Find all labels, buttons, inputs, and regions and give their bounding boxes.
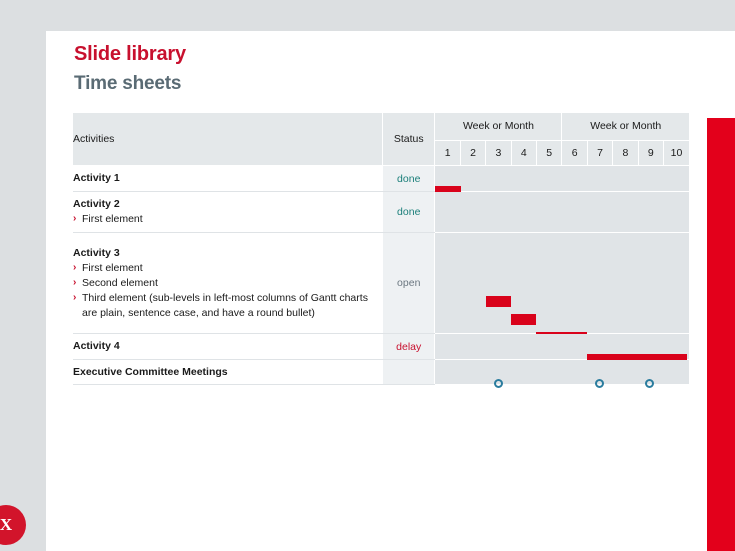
milestone-marker-icon[interactable] xyxy=(594,379,604,388)
column-header-week-2: 2 xyxy=(459,140,486,167)
milestone-marker-icon[interactable] xyxy=(493,379,503,388)
column-header-week-9: 9 xyxy=(637,140,664,167)
column-header-week-5: 5 xyxy=(535,140,562,167)
status-cell-2: done xyxy=(382,191,435,233)
logo-badge[interactable]: X xyxy=(0,505,26,545)
slide-title-block: Slide library Time sheets xyxy=(74,41,186,97)
gantt-bar[interactable] xyxy=(485,296,512,307)
column-header-status: Status xyxy=(382,113,435,166)
table-row[interactable]: Activity 3 › First element › Second elem… xyxy=(73,232,689,343)
milestone-marker-icon[interactable] xyxy=(645,379,655,388)
track-cell-5[interactable] xyxy=(434,359,689,388)
chevron-right-icon: › xyxy=(73,291,77,303)
activity-sub-item-label: Third element (sub-levels in left-most c… xyxy=(82,291,368,319)
column-header-week-10: 10 xyxy=(663,140,689,167)
track-cell-1[interactable] xyxy=(434,165,689,197)
column-header-week-6: 6 xyxy=(561,140,588,167)
activity-cell-4: Activity 4 xyxy=(73,333,383,360)
track-cell-2[interactable] xyxy=(434,191,689,245)
activity-sub-item-label: First element xyxy=(82,261,143,274)
table-row[interactable]: Activity 2 › First element done xyxy=(73,191,689,245)
table-row[interactable]: Executive Committee Meetings xyxy=(73,359,689,388)
status-cell-4: delay xyxy=(382,333,435,360)
activity-sub-item: › First element xyxy=(73,212,382,227)
table-body: Activity 1 done Activity 2 › First eleme… xyxy=(73,165,689,388)
page-subtitle: Time sheets xyxy=(74,73,182,94)
activity-sub-item-label: First element xyxy=(82,213,143,225)
activity-sub-item: › Third element (sub-levels in left-most… xyxy=(73,291,382,321)
table-header: Activities Status Week or Month Week or … xyxy=(73,113,689,167)
status-cell-5 xyxy=(382,359,435,385)
activity-title: Activity 3 xyxy=(73,246,120,259)
status-badge: open xyxy=(397,277,421,289)
column-header-week-1: 1 xyxy=(434,140,461,167)
activity-cell-1: Activity 1 xyxy=(73,165,383,192)
column-header-week-4: 4 xyxy=(510,140,537,167)
activity-sub-item: › Second element xyxy=(73,276,382,291)
gantt-table: Activities Status Week or Month Week or … xyxy=(73,113,689,388)
column-header-activities: Activities xyxy=(73,113,383,166)
header-row-groups: Activities Status Week or Month Week or … xyxy=(73,113,689,166)
column-header-week-8: 8 xyxy=(612,140,639,167)
activity-sub-item: › First element xyxy=(73,261,382,276)
accent-sidebar xyxy=(707,118,735,551)
track-cell-4[interactable] xyxy=(434,333,689,365)
status-badge: done xyxy=(397,172,421,185)
gantt-bar[interactable] xyxy=(511,314,537,325)
status-cell-3: open xyxy=(382,232,435,334)
activity-title: Activity 2 xyxy=(73,198,120,210)
chevron-right-icon: › xyxy=(73,261,77,273)
activity-cell-3: Activity 3 › First element › Second elem… xyxy=(73,232,383,334)
activity-title: Executive Committee Meetings xyxy=(73,365,228,378)
chevron-right-icon: › xyxy=(73,276,77,288)
chevron-right-icon: › xyxy=(73,213,77,224)
track-cell-3[interactable] xyxy=(434,232,689,343)
column-header-week-7: 7 xyxy=(586,140,613,167)
column-group-header-2: Week or Month xyxy=(561,113,689,141)
activity-title: Activity 4 xyxy=(73,340,120,352)
status-cell-1: done xyxy=(382,165,435,192)
activity-cell-2: Activity 2 › First element xyxy=(73,191,383,233)
table-row[interactable]: Activity 4 delay xyxy=(73,333,689,365)
column-group-header-1: Week or Month xyxy=(434,113,562,141)
activity-cell-5: Executive Committee Meetings xyxy=(73,359,383,385)
status-badge: delay xyxy=(396,340,422,353)
column-header-week-3: 3 xyxy=(485,140,512,167)
page-title: Slide library xyxy=(74,43,186,65)
status-badge: done xyxy=(397,206,421,218)
activity-title: Activity 1 xyxy=(73,172,120,184)
table-row[interactable]: Activity 1 done xyxy=(73,165,689,197)
activity-sub-item-label: Second element xyxy=(82,276,158,289)
slide-canvas: Slide library Time sheets Activities Sta… xyxy=(46,31,735,551)
